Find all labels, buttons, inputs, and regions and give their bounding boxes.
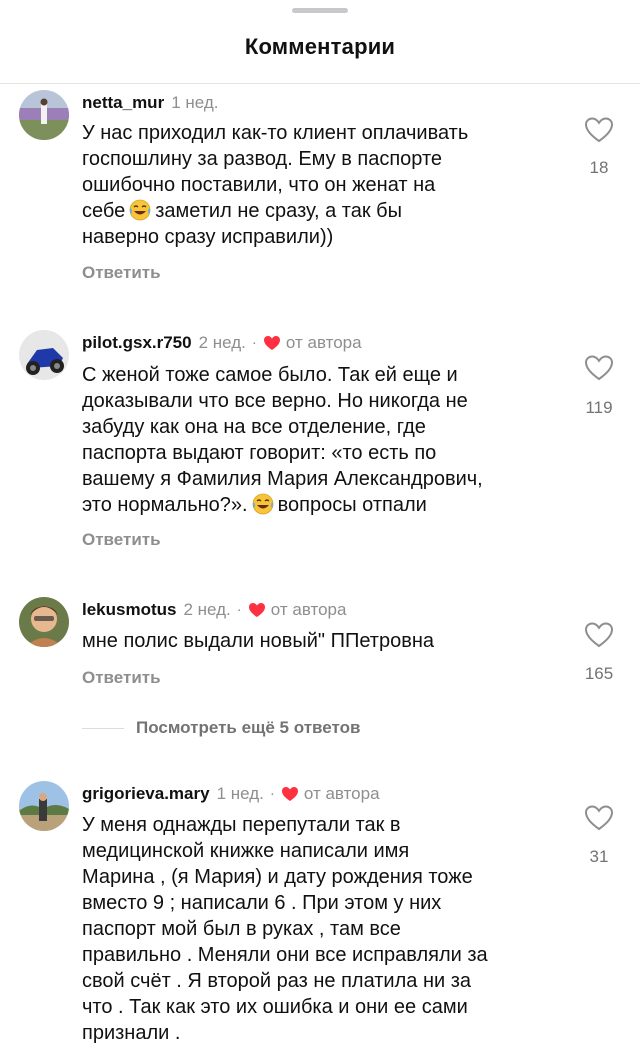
comment-meta: netta_mur 1 нед. bbox=[82, 92, 218, 114]
like-count: 119 bbox=[585, 398, 613, 417]
comment-line: забуду как она на все отделение, где bbox=[82, 416, 426, 438]
red-heart-icon bbox=[248, 602, 266, 618]
author-liked-label: от автора bbox=[285, 333, 362, 352]
avatar[interactable] bbox=[19, 597, 69, 647]
comment-line: паспорта выдают говорит: «то есть по bbox=[82, 442, 437, 464]
comment-line: это нормально?». вопросы отпали bbox=[82, 492, 562, 518]
comment-line: что . Так как это их ошибка и они ее сам… bbox=[82, 996, 468, 1018]
timestamp: 2 нед. bbox=[198, 333, 246, 352]
comment-line-text: себе bbox=[82, 200, 126, 222]
heart-outline-icon[interactable] bbox=[584, 621, 614, 649]
comment-line: доказывали что все верно. Но никогда не bbox=[82, 390, 468, 412]
comment-line: У нас приходил как-то клиент оплачивать bbox=[82, 122, 469, 144]
comment-meta: grigorieva.mary 1 нед. · от автора bbox=[82, 783, 380, 805]
comment-line: наверно сразу исправили)) bbox=[82, 226, 334, 248]
like-count: 18 bbox=[589, 158, 609, 177]
heart-outline-icon[interactable] bbox=[584, 804, 614, 832]
reply-button[interactable]: Ответить bbox=[82, 668, 161, 688]
separator-dot: · bbox=[251, 334, 257, 351]
comment-line: Марина , (я Мария) и дату рождения тоже bbox=[82, 866, 473, 888]
heart-outline-icon[interactable] bbox=[584, 354, 614, 382]
comment-text: С женой тоже самое было. Так ей еще и до… bbox=[82, 362, 562, 518]
timestamp: 1 нед. bbox=[216, 784, 264, 803]
separator-dot: · bbox=[236, 601, 242, 618]
avatar[interactable] bbox=[19, 330, 69, 380]
avatar[interactable] bbox=[19, 90, 69, 140]
red-heart-icon bbox=[263, 335, 281, 351]
tears-of-joy-emoji bbox=[129, 199, 151, 221]
reply-button[interactable]: Ответить bbox=[82, 263, 161, 283]
header: Комментарии bbox=[0, 0, 640, 84]
reply-button[interactable]: Ответить bbox=[82, 530, 161, 550]
comment-line: ошибочно поставили, что он женат на bbox=[82, 174, 436, 196]
username[interactable]: pilot.gsx.r750 bbox=[82, 332, 192, 354]
comment-line: вашему я Фамилия Мария Александрович, bbox=[82, 468, 483, 490]
comment-line: У меня однажды перепутали так в bbox=[82, 814, 401, 836]
comment-line: вместо 9 ; написали 6 . При этом у них bbox=[82, 892, 442, 914]
page-title: Комментарии bbox=[244, 34, 396, 59]
comment-line: себе заметил не сразу, а так бы bbox=[82, 198, 562, 224]
avatar[interactable] bbox=[19, 781, 69, 831]
username[interactable]: lekusmotus bbox=[82, 599, 176, 621]
tears-of-joy-emoji bbox=[252, 493, 274, 515]
comment-text: У нас приходил как-то клиент оплачивать … bbox=[82, 120, 562, 250]
view-more-replies-label[interactable]: Посмотреть ещё 5 ответов bbox=[136, 718, 360, 738]
comment-line-text: заметил не сразу, а так бы bbox=[155, 200, 403, 222]
view-more-replies[interactable]: Посмотреть ещё 5 ответов bbox=[82, 716, 360, 740]
author-liked-label: от автора bbox=[303, 784, 380, 803]
author-liked-label: от автора bbox=[270, 600, 347, 619]
comment-text: У меня однажды перепутали так в медицинс… bbox=[82, 812, 562, 1046]
comment-line: свой счёт . Я второй раз не платила ни з… bbox=[82, 970, 472, 992]
red-heart-icon bbox=[281, 786, 299, 802]
comment-line-text: вопросы отпали bbox=[277, 494, 427, 516]
comment-meta: pilot.gsx.r750 2 нед. · от автора bbox=[82, 332, 362, 354]
separator-dot: · bbox=[269, 785, 275, 802]
heart-outline-icon[interactable] bbox=[584, 116, 614, 144]
comment-line: С женой тоже самое было. Так ей еще и bbox=[82, 364, 458, 386]
like-count: 165 bbox=[584, 664, 614, 683]
like-count: 31 bbox=[589, 847, 609, 866]
comment-line: медицинской книжке написали имя bbox=[82, 840, 410, 862]
comment-text: мне полис выдали новый" ППетровна bbox=[82, 628, 562, 654]
comment-line: госпошлину за развод. Ему в паспорте bbox=[82, 148, 443, 170]
timestamp: 1 нед. bbox=[171, 93, 219, 112]
comment-line-text: это нормально?». bbox=[82, 494, 248, 516]
comment-meta: lekusmotus 2 нед. · от автора bbox=[82, 599, 346, 621]
comment-line: мне полис выдали новый" ППетровна bbox=[82, 630, 434, 652]
username[interactable]: netta_mur bbox=[82, 92, 164, 114]
timestamp: 2 нед. bbox=[183, 600, 231, 619]
comment-line: паспорт мой был в руках , там все bbox=[82, 918, 401, 940]
comment-line: правильно . Меняли они все исправляли за bbox=[82, 944, 488, 966]
divider bbox=[82, 727, 124, 729]
username[interactable]: grigorieva.mary bbox=[82, 783, 210, 805]
comment-line: признали . bbox=[82, 1022, 181, 1044]
